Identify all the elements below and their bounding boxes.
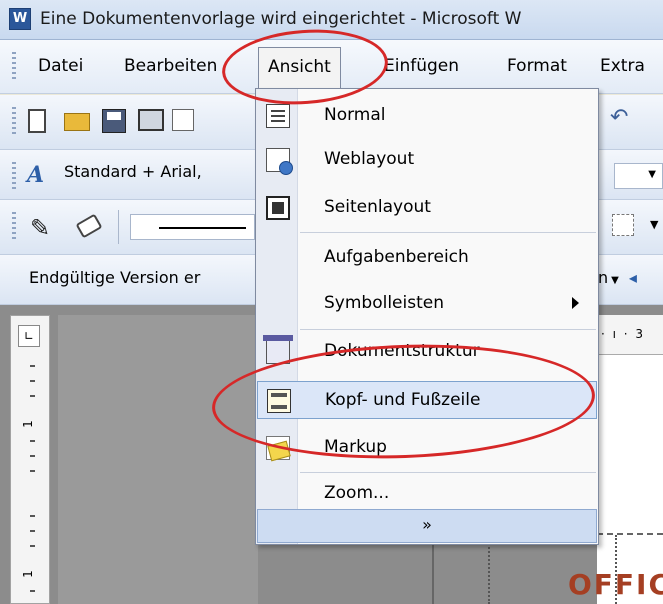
menu-einfuegen[interactable]: Einfügen bbox=[384, 56, 459, 76]
menu-item-label: Zoom... bbox=[324, 483, 390, 503]
ruler-tick bbox=[30, 440, 35, 442]
ruler-tick bbox=[30, 470, 35, 472]
previous-change-icon[interactable]: ◂ bbox=[629, 268, 637, 287]
menubar-grip-icon[interactable] bbox=[12, 52, 16, 82]
menu-item-label: Normal bbox=[324, 105, 386, 125]
ruler-tick bbox=[30, 590, 35, 592]
border-icon[interactable] bbox=[612, 214, 634, 236]
ruler-tick bbox=[30, 455, 35, 457]
menu-bearbeiten[interactable]: Bearbeiten bbox=[124, 56, 217, 76]
page-margin-area bbox=[58, 315, 258, 604]
text-boundary-line bbox=[488, 540, 490, 604]
tab-selector-icon[interactable]: ∟ bbox=[18, 325, 40, 347]
styles-icon[interactable]: A bbox=[27, 162, 44, 188]
menu-item-seitenlayout[interactable]: Seitenlayout bbox=[257, 189, 597, 227]
page-edge-line bbox=[432, 540, 434, 604]
menu-item-label: Aufgabenbereich bbox=[324, 247, 469, 267]
menu-separator bbox=[300, 232, 596, 233]
menu-separator bbox=[300, 472, 596, 473]
document-page[interactable] bbox=[597, 355, 663, 604]
header-boundary bbox=[597, 533, 663, 535]
view-menu-dropdown: Normal Weblayout Seitenlayout Aufgabenbe… bbox=[255, 88, 599, 545]
toolbar-separator bbox=[118, 210, 119, 244]
new-document-icon[interactable] bbox=[28, 109, 46, 133]
ruler-tick bbox=[30, 365, 35, 367]
font-size-dropdown[interactable] bbox=[614, 163, 663, 189]
ruler-tick bbox=[30, 380, 35, 382]
document-text: OFFIC bbox=[568, 568, 663, 601]
show-dropdown[interactable]: n ▼ ◂ bbox=[598, 268, 637, 287]
open-folder-icon[interactable] bbox=[64, 113, 90, 131]
show-dropdown-label: n bbox=[598, 268, 609, 287]
menu-item-symbolleisten[interactable]: Symbolleisten bbox=[257, 285, 597, 323]
pencil-icon[interactable]: ✎ bbox=[30, 214, 50, 242]
eraser-icon[interactable] bbox=[75, 213, 103, 239]
word-app-icon[interactable]: W bbox=[9, 8, 31, 30]
expand-menu-button[interactable]: » bbox=[257, 509, 597, 543]
ruler-number: 1 bbox=[20, 420, 35, 428]
border-dropdown-icon[interactable]: ▼ bbox=[650, 218, 658, 231]
menu-extras[interactable]: Extra bbox=[600, 56, 645, 76]
save-disk-icon[interactable] bbox=[102, 109, 126, 133]
page-layout-icon bbox=[266, 196, 290, 220]
toolbar-grip-icon[interactable] bbox=[12, 162, 16, 190]
horizontal-ruler: · ı · 3 bbox=[597, 315, 663, 355]
menu-item-weblayout[interactable]: Weblayout bbox=[257, 141, 597, 179]
horizontal-ruler-marks: · ı · 3 bbox=[601, 327, 646, 341]
ruler-number: 1 bbox=[20, 570, 35, 578]
submenu-arrow-icon bbox=[572, 297, 579, 309]
ruler-tick bbox=[30, 515, 35, 517]
line-style-selector[interactable] bbox=[130, 214, 255, 240]
normal-view-icon bbox=[266, 104, 290, 128]
ruler-tick bbox=[30, 530, 35, 532]
ruler-tick bbox=[30, 545, 35, 547]
toolbar-grip-icon[interactable] bbox=[12, 107, 16, 135]
print-preview-icon[interactable] bbox=[172, 109, 194, 131]
toolbar-grip-icon[interactable] bbox=[12, 212, 16, 240]
menu-format[interactable]: Format bbox=[507, 56, 567, 76]
ruler-tick bbox=[30, 395, 35, 397]
chevron-down-icon: ▼ bbox=[611, 275, 619, 286]
print-icon[interactable] bbox=[138, 109, 164, 131]
menu-separator bbox=[300, 329, 596, 330]
double-chevron-down-icon: » bbox=[422, 515, 432, 534]
menu-item-zoom[interactable]: Zoom... bbox=[257, 475, 597, 513]
window-title: Eine Dokumentenvorlage wird eingerichtet… bbox=[40, 9, 522, 29]
menu-item-label: Seitenlayout bbox=[324, 197, 431, 217]
undo-icon[interactable]: ↶ bbox=[610, 105, 640, 135]
vertical-ruler bbox=[10, 315, 50, 604]
menu-datei[interactable]: Datei bbox=[38, 56, 83, 76]
web-layout-icon bbox=[266, 148, 293, 175]
menu-item-label: Weblayout bbox=[324, 149, 415, 169]
menu-item-label: Symbolleisten bbox=[324, 293, 444, 313]
display-for-review-selector[interactable]: Endgültige Version er bbox=[29, 268, 200, 287]
style-selector[interactable]: Standard + Arial, bbox=[64, 162, 202, 181]
menu-item-aufgabenbereich[interactable]: Aufgabenbereich bbox=[257, 239, 597, 277]
